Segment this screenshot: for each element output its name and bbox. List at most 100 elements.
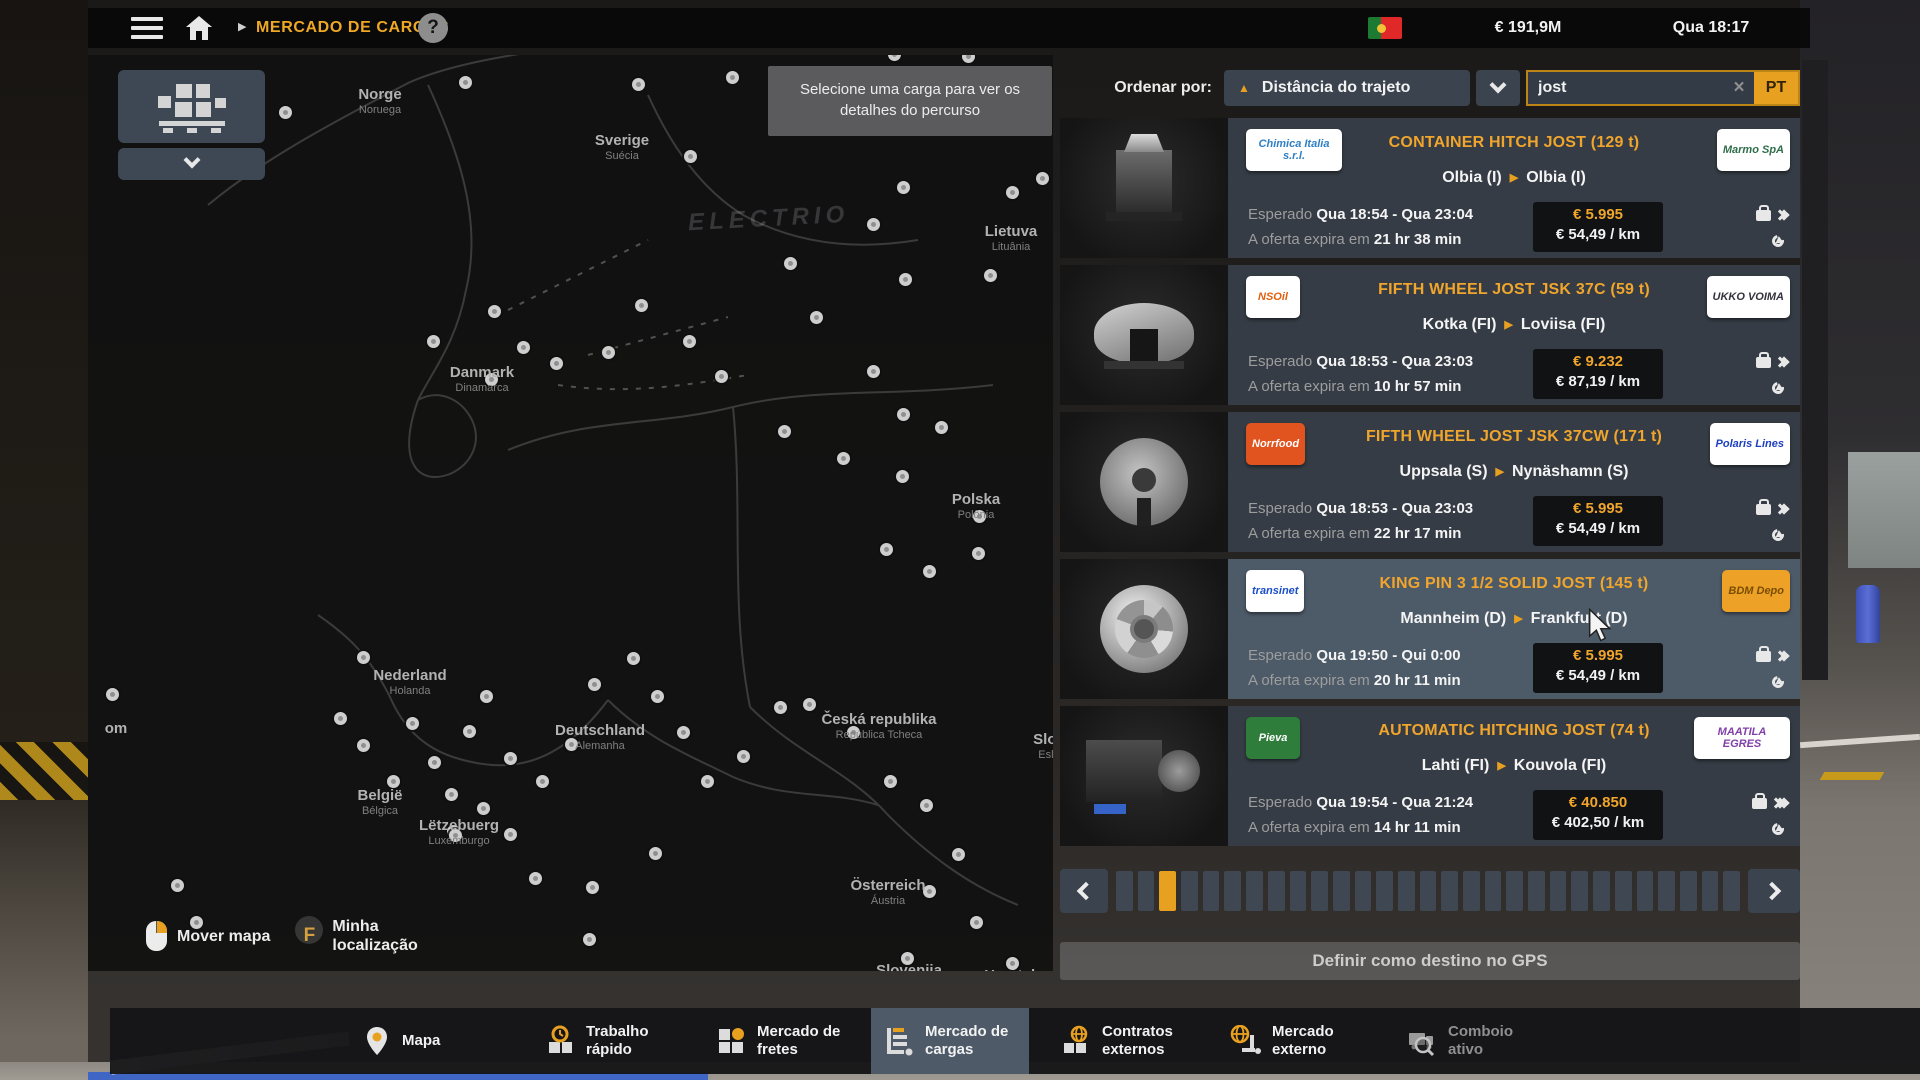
cargo-card[interactable]: Pieva AUTOMATIC HITCHING JOST (74 t) MAA… <box>1060 706 1800 846</box>
job-marker[interactable] <box>952 848 965 861</box>
job-marker[interactable] <box>701 775 714 788</box>
job-marker[interactable] <box>627 652 640 665</box>
job-marker[interactable] <box>550 357 563 370</box>
cargo-card[interactable]: transinet KING PIN 3 1/2 SOLID JOST (145… <box>1060 559 1800 699</box>
language-badge[interactable]: PT <box>1754 72 1798 104</box>
job-marker[interactable] <box>810 311 823 324</box>
page-block[interactable] <box>1615 871 1632 911</box>
job-marker[interactable] <box>935 421 948 434</box>
job-marker[interactable] <box>651 690 664 703</box>
job-marker[interactable] <box>504 752 517 765</box>
collapse-panel-button[interactable] <box>118 148 265 180</box>
job-marker[interactable] <box>726 71 739 84</box>
clear-search-icon[interactable]: × <box>1724 77 1754 99</box>
job-marker[interactable] <box>847 726 860 739</box>
page-block[interactable] <box>1203 871 1220 911</box>
job-marker[interactable] <box>683 335 696 348</box>
page-block[interactable] <box>1550 871 1567 911</box>
job-marker[interactable] <box>899 273 912 286</box>
page-block[interactable] <box>1571 871 1588 911</box>
page-block[interactable] <box>1528 871 1545 911</box>
job-marker[interactable] <box>923 565 936 578</box>
job-marker[interactable] <box>803 698 816 711</box>
page-block[interactable] <box>1506 871 1523 911</box>
job-marker[interactable] <box>715 370 728 383</box>
job-marker[interactable] <box>984 269 997 282</box>
job-marker[interactable] <box>884 775 897 788</box>
search-input[interactable] <box>1528 79 1724 97</box>
job-marker[interactable] <box>171 879 184 892</box>
nav-item-mercado-de-cargas[interactable]: Mercado de cargas <box>885 1008 1021 1074</box>
page-block[interactable] <box>1138 871 1155 911</box>
page-block[interactable] <box>1420 871 1437 911</box>
page-block[interactable] <box>1463 871 1480 911</box>
job-marker[interactable] <box>588 678 601 691</box>
job-marker[interactable] <box>583 933 596 946</box>
job-marker[interactable] <box>279 106 292 119</box>
job-marker[interactable] <box>632 78 645 91</box>
job-marker[interactable] <box>774 701 787 714</box>
job-marker[interactable] <box>565 738 578 751</box>
job-marker[interactable] <box>529 872 542 885</box>
job-marker[interactable] <box>867 365 880 378</box>
page-block[interactable] <box>1224 871 1241 911</box>
cargo-display-toggle-button[interactable] <box>118 70 265 143</box>
job-marker[interactable] <box>901 952 914 965</box>
job-marker[interactable] <box>357 651 370 664</box>
job-marker[interactable] <box>635 299 648 312</box>
job-marker[interactable] <box>837 452 850 465</box>
help-button[interactable]: ? <box>418 13 448 43</box>
page-block[interactable] <box>1441 871 1458 911</box>
job-marker[interactable] <box>867 218 880 231</box>
page-block[interactable] <box>1398 871 1415 911</box>
job-marker[interactable] <box>602 346 615 359</box>
page-block[interactable] <box>1268 871 1285 911</box>
job-marker[interactable] <box>897 408 910 421</box>
page-block[interactable] <box>1159 871 1176 911</box>
menu-icon[interactable] <box>131 17 163 39</box>
job-marker[interactable] <box>334 712 347 725</box>
job-marker[interactable] <box>445 788 458 801</box>
page-block[interactable] <box>1593 871 1610 911</box>
cargo-card[interactable]: NSOil FIFTH WHEEL JOST JSK 37C (59 t) UK… <box>1060 265 1800 405</box>
job-marker[interactable] <box>920 799 933 812</box>
job-marker[interactable] <box>477 802 490 815</box>
page-block[interactable] <box>1485 871 1502 911</box>
job-marker[interactable] <box>406 717 419 730</box>
sort-open-button[interactable] <box>1476 70 1520 106</box>
sort-dropdown[interactable]: ▲ Distância do trajeto <box>1224 70 1470 106</box>
job-marker[interactable] <box>428 756 441 769</box>
page-block[interactable] <box>1702 871 1719 911</box>
job-marker[interactable] <box>972 547 985 560</box>
job-marker[interactable] <box>463 725 476 738</box>
job-marker[interactable] <box>106 688 119 701</box>
job-marker[interactable] <box>1006 186 1019 199</box>
job-marker[interactable] <box>970 916 983 929</box>
page-block[interactable] <box>1311 871 1328 911</box>
page-block[interactable] <box>1680 871 1697 911</box>
job-marker[interactable] <box>897 181 910 194</box>
job-marker[interactable] <box>459 76 472 89</box>
job-marker[interactable] <box>517 341 530 354</box>
set-gps-destination-button[interactable]: Definir como destino no GPS <box>1060 942 1800 980</box>
job-marker[interactable] <box>1036 172 1049 185</box>
page-block[interactable] <box>1355 871 1372 911</box>
nav-item-comboio-ativo[interactable]: Comboio ativo <box>1406 1008 1544 1074</box>
page-block[interactable] <box>1376 871 1393 911</box>
job-marker[interactable] <box>488 305 501 318</box>
nav-item-mercado-externo[interactable]: Mercado externo <box>1230 1008 1368 1074</box>
page-block[interactable] <box>1723 871 1740 911</box>
job-marker[interactable] <box>485 373 498 386</box>
page-block[interactable] <box>1658 871 1675 911</box>
europe-map[interactable]: ELECTRIO NorgeNoruegaSverigeSuéciaDanmar… <box>88 55 1053 971</box>
page-block[interactable] <box>1290 871 1307 911</box>
page-block[interactable] <box>1116 871 1133 911</box>
job-marker[interactable] <box>684 150 697 163</box>
job-marker[interactable] <box>784 257 797 270</box>
page-block[interactable] <box>1637 871 1654 911</box>
job-marker[interactable] <box>880 543 893 556</box>
cargo-card[interactable]: Norrfood FIFTH WHEEL JOST JSK 37CW (171 … <box>1060 412 1800 552</box>
previous-page-button[interactable] <box>1060 869 1108 913</box>
home-icon[interactable] <box>185 15 213 41</box>
page-block[interactable] <box>1333 871 1350 911</box>
